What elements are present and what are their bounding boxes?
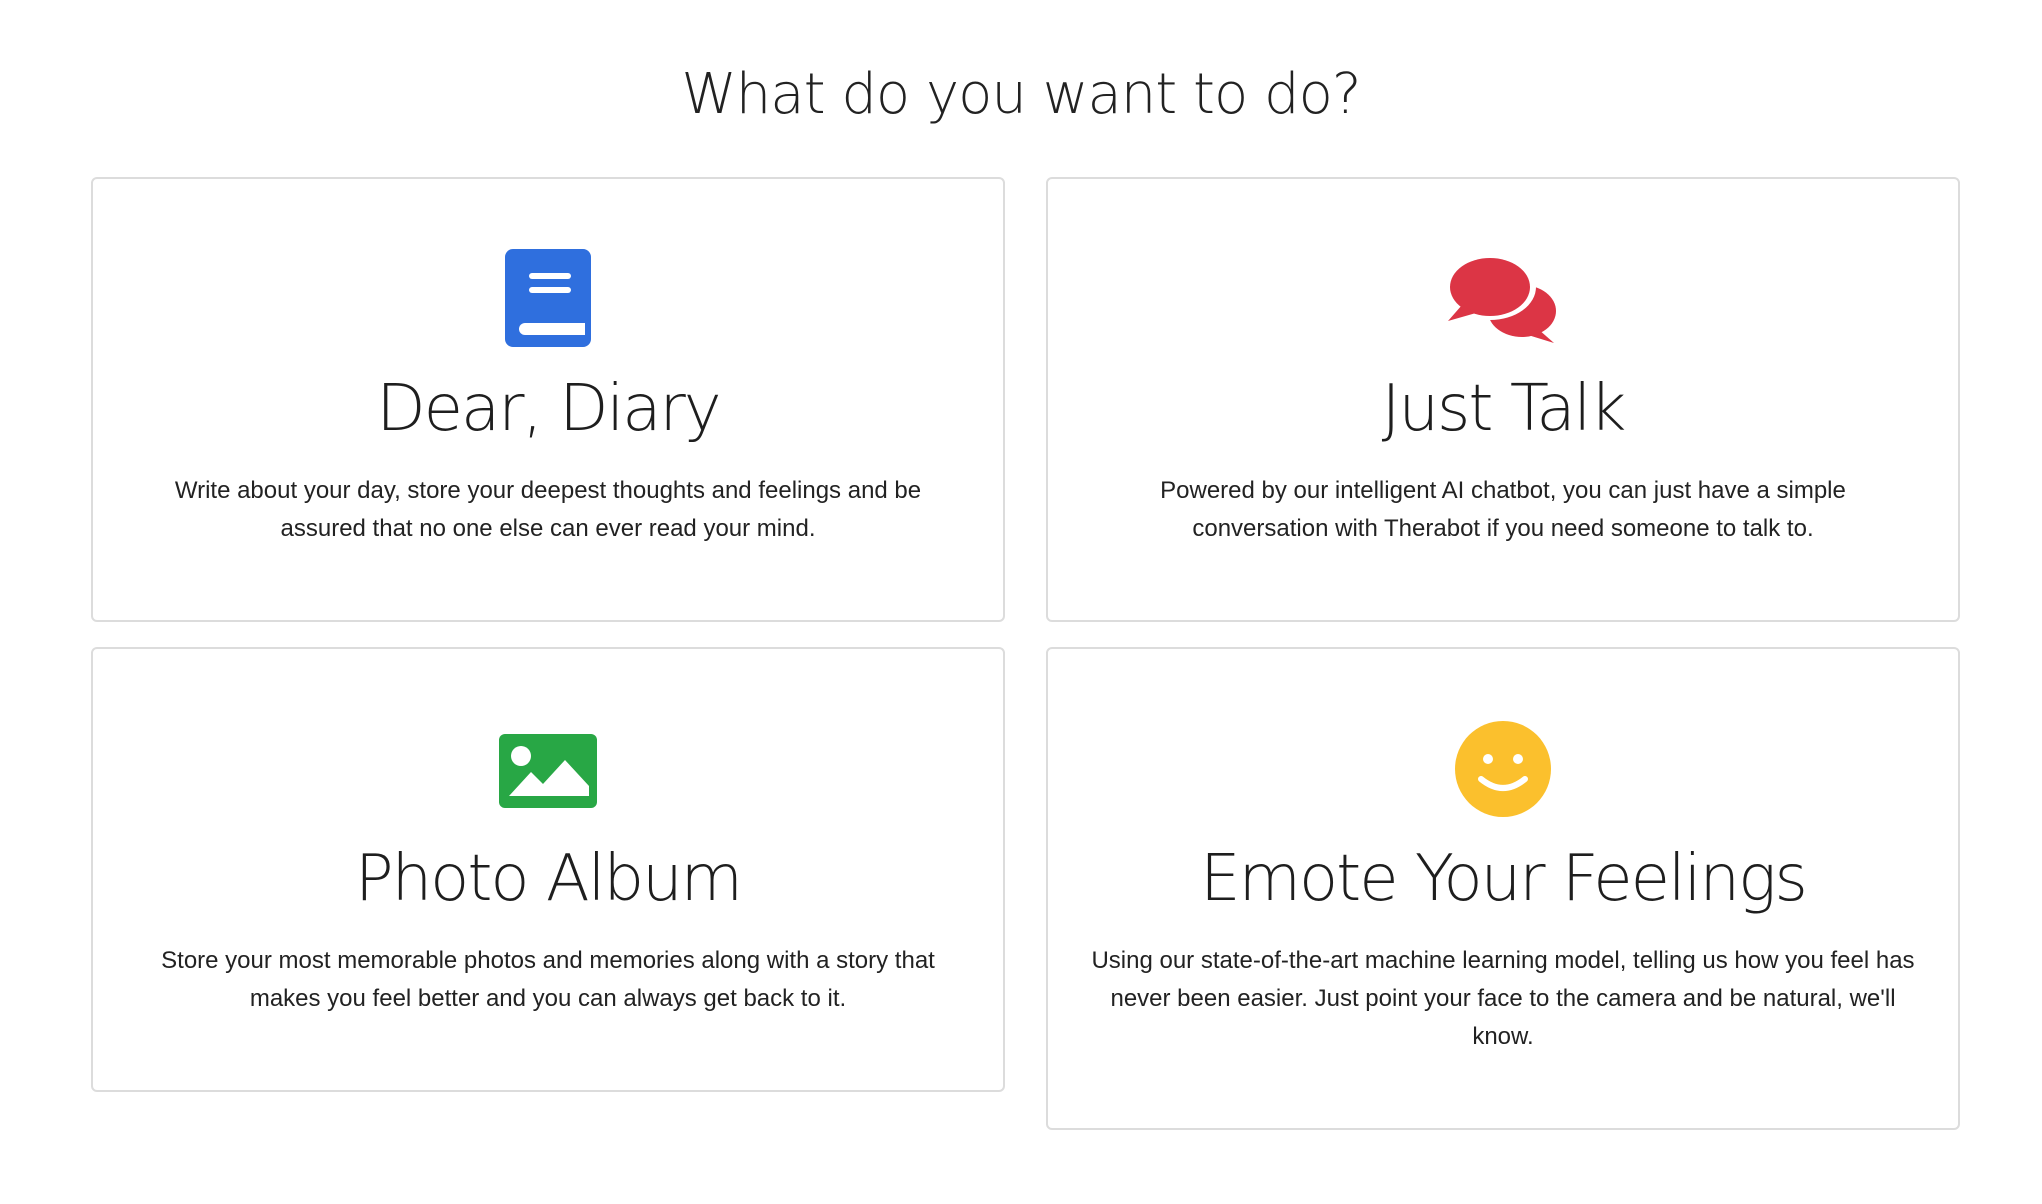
card-emote-your-feelings[interactable]: Emote Your Feelings Using our state-of-t… bbox=[1046, 647, 1960, 1130]
card-title: Just Talk bbox=[1381, 372, 1627, 446]
card-photo-album[interactable]: Photo Album Store your most memorable ph… bbox=[91, 647, 1005, 1092]
card-description: Powered by our intelligent AI chatbot, y… bbox=[1160, 477, 1846, 542]
chat-bubbles-icon bbox=[1446, 255, 1556, 343]
card-description: Write about your day, store your deepest… bbox=[174, 477, 922, 542]
card-description: Using our state-of-the-art machine learn… bbox=[1091, 947, 1915, 1050]
card-description: Store your most memorable photos and mem… bbox=[161, 947, 935, 1012]
card-title: Photo Album bbox=[355, 842, 743, 916]
card-dear-diary[interactable]: Dear, Diary Write about your day, store … bbox=[91, 177, 1005, 622]
card-title: Emote Your Feelings bbox=[1200, 842, 1808, 916]
smiley-icon bbox=[1455, 721, 1551, 817]
card-just-talk[interactable]: Just Talk Powered by our intelligent AI … bbox=[1046, 177, 1960, 622]
page-title: What do you want to do? bbox=[681, 62, 1361, 127]
image-icon bbox=[499, 734, 597, 808]
book-icon bbox=[505, 249, 591, 347]
card-title: Dear, Diary bbox=[376, 372, 721, 446]
